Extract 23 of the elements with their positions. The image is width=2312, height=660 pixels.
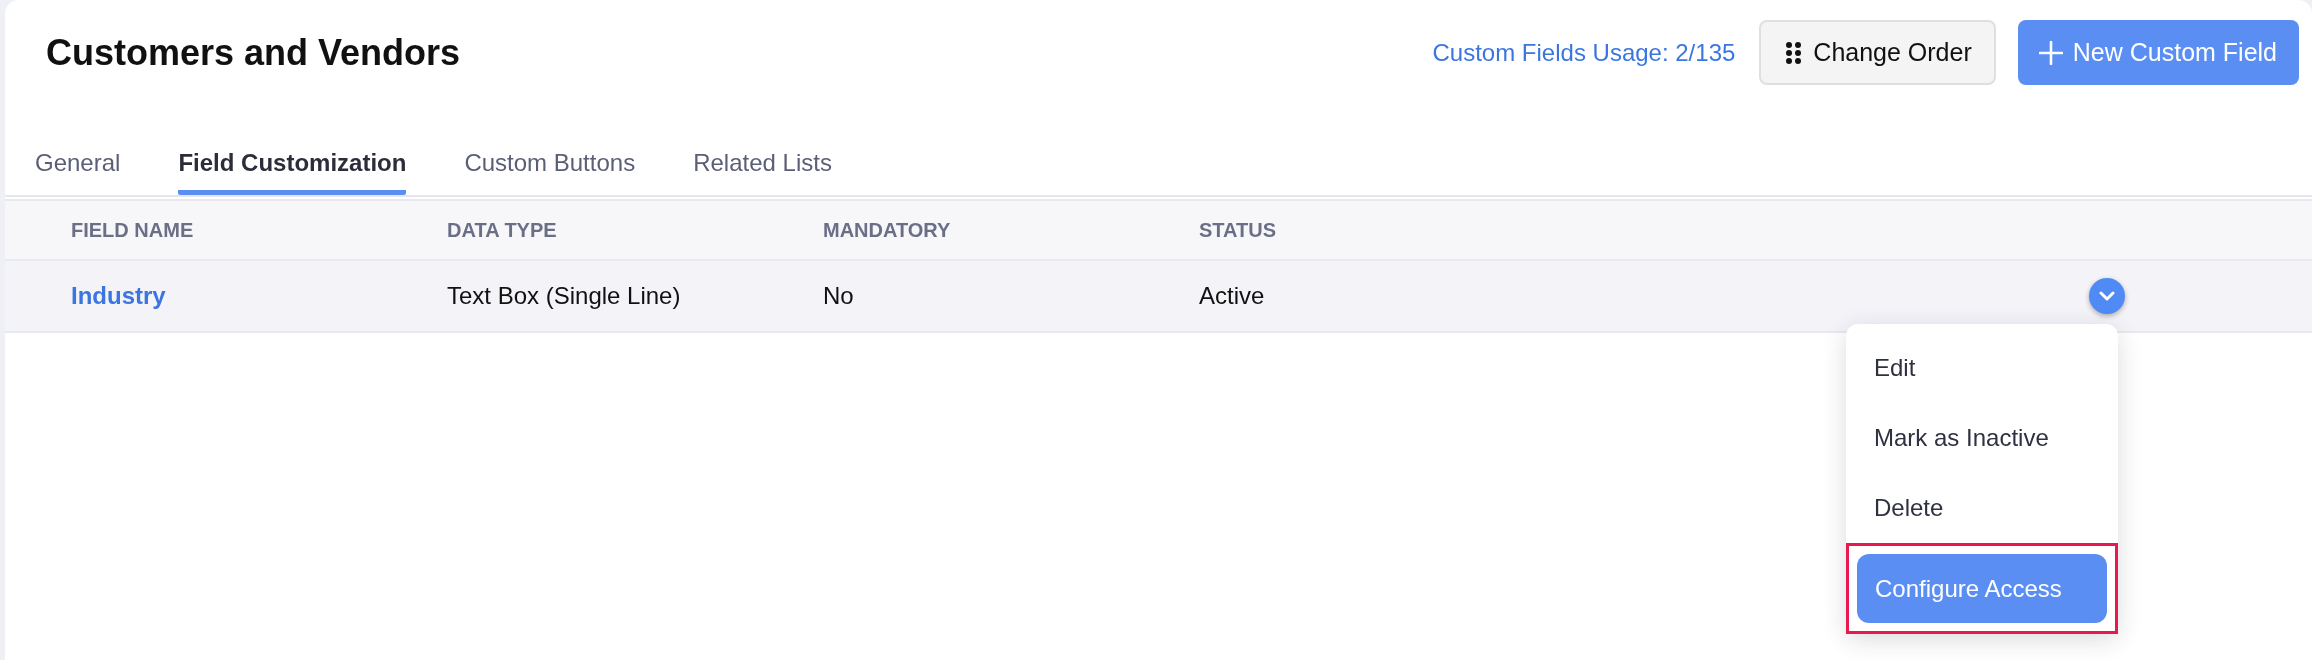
table-cell: Text Box (Single Line) (447, 282, 681, 309)
tab[interactable]: Custom Buttons (464, 130, 636, 195)
column-header: STATUS (1199, 219, 1277, 241)
column-header: FIELD NAME (71, 219, 194, 241)
menu-item[interactable]: Delete (1846, 473, 2118, 543)
field-name-link[interactable]: Industry (71, 282, 166, 309)
tab[interactable]: Related Lists (693, 130, 832, 195)
menu-item[interactable]: Configure Access (1857, 554, 2107, 623)
plus-icon (2038, 40, 2063, 65)
page-title: Customers and Vendors (46, 30, 461, 75)
table-cell: Active (1199, 282, 1265, 309)
tab[interactable]: General (35, 130, 121, 195)
chevron-down-icon (2099, 291, 2115, 301)
grip-dots-icon (1786, 41, 1802, 64)
table-cell: No (823, 282, 854, 309)
row-menu-button[interactable] (2089, 278, 2125, 314)
new-custom-field-button[interactable]: New Custom Field (2017, 20, 2299, 85)
column-header: MANDATORY (823, 219, 951, 241)
usage-link[interactable]: Custom Fields Usage: 2/135 (1432, 34, 1736, 71)
change-order-button[interactable]: Change Order (1759, 20, 1996, 85)
menu-item[interactable]: Edit (1846, 333, 2118, 403)
menu-item[interactable]: Mark as Inactive (1846, 403, 2118, 473)
column-header: DATA TYPE (447, 219, 557, 241)
